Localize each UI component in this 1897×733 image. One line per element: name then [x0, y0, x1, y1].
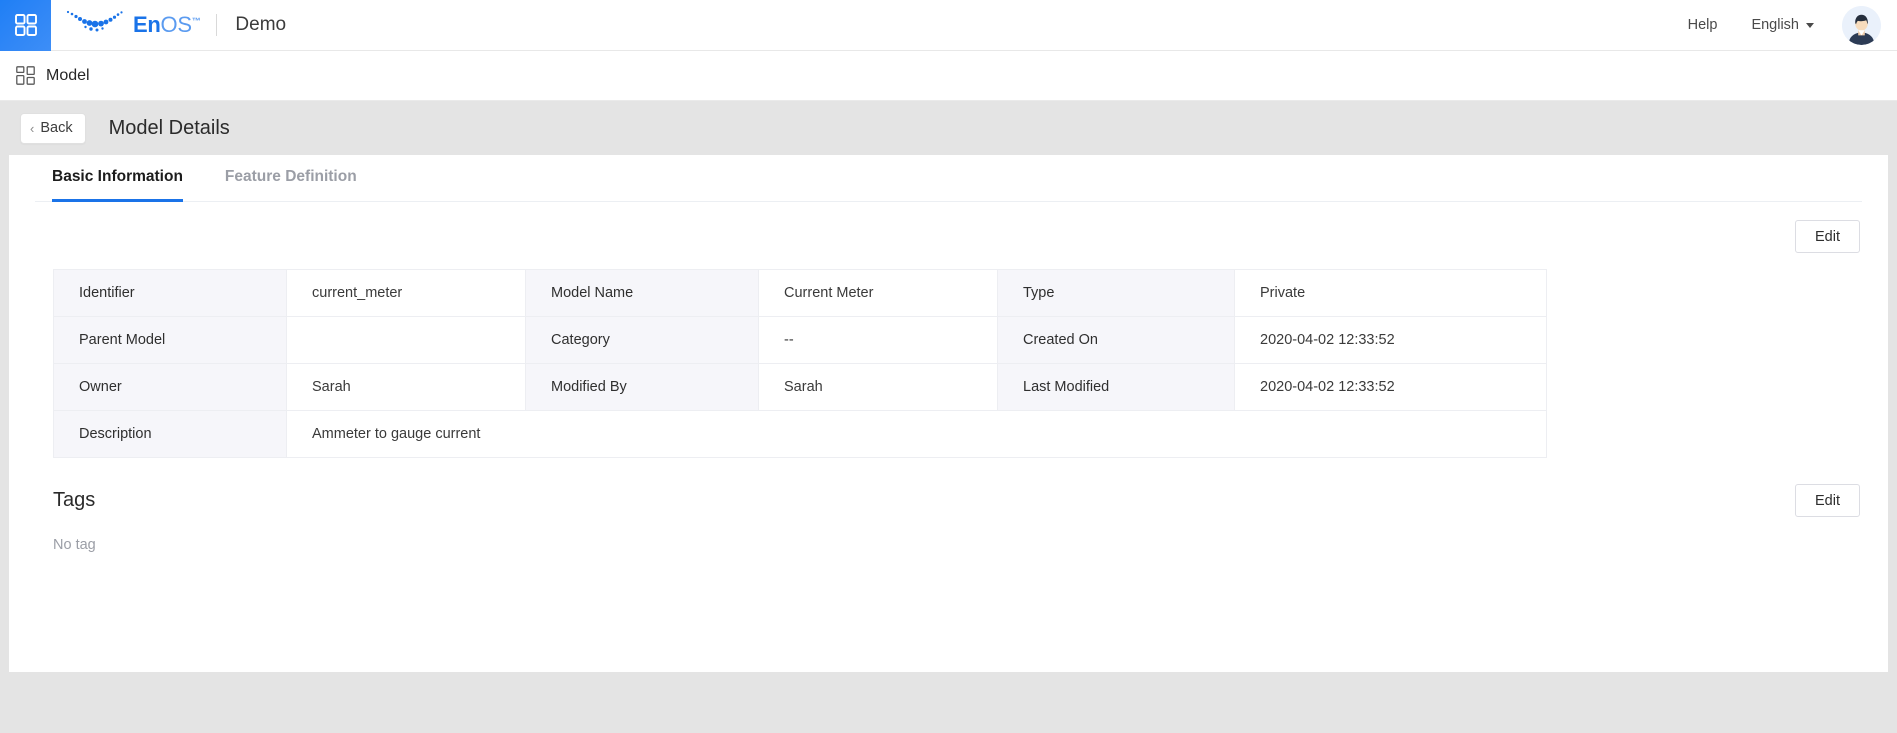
cell-value-parent-model — [286, 316, 526, 364]
chevron-left-icon: ‹ — [30, 120, 35, 136]
tab-bar: Basic Information Feature Definition — [35, 155, 1862, 202]
cell-label-parent-model: Parent Model — [53, 316, 287, 364]
avatar[interactable] — [1842, 5, 1881, 45]
cell-value-created-on: 2020-04-02 12:33:52 — [1234, 316, 1547, 364]
table-row: Identifier current_meter Model Name Curr… — [53, 269, 1547, 317]
language-label: English — [1751, 17, 1799, 33]
cell-value-modified-by: Sarah — [758, 363, 998, 411]
grid-apps-icon — [14, 14, 37, 36]
enos-dots-logo-icon — [65, 8, 129, 43]
model-details-table: Identifier current_meter Model Name Curr… — [53, 269, 1547, 458]
cell-value-type: Private — [1234, 269, 1547, 317]
cell-label-modified-by: Modified By — [525, 363, 759, 411]
top-header: En OS ™ Demo Help English — [0, 0, 1897, 51]
tags-empty-text: No tag — [53, 537, 96, 553]
chevron-down-icon — [1806, 22, 1814, 28]
tags-section-header: Tags Edit — [53, 484, 1860, 517]
cell-value-last-modified: 2020-04-02 12:33:52 — [1234, 363, 1547, 411]
cell-value-model-name: Current Meter — [758, 269, 998, 317]
cell-label-last-modified: Last Modified — [997, 363, 1235, 411]
table-row: Description Ammeter to gauge current — [53, 410, 1547, 458]
cell-label-model-name: Model Name — [525, 269, 759, 317]
cell-label-category: Category — [525, 316, 759, 364]
language-selector[interactable]: English — [1751, 17, 1814, 33]
tags-title: Tags — [53, 489, 96, 511]
table-row: Owner Sarah Modified By Sarah Last Modif… — [53, 363, 1547, 411]
page-container: ‹ Back Model Details Basic Information F… — [0, 101, 1897, 733]
brand-logo[interactable]: En OS ™ — [65, 8, 201, 43]
brand-os: OS — [160, 12, 192, 37]
help-link[interactable]: Help — [1688, 17, 1718, 33]
tab-feature-definition[interactable]: Feature Definition — [225, 155, 357, 201]
page-header: ‹ Back Model Details — [0, 101, 1888, 155]
brand-trademark: ™ — [191, 16, 201, 26]
brand-wordmark: En OS ™ — [133, 12, 201, 38]
back-button[interactable]: ‹ Back — [20, 112, 86, 144]
cell-value-owner: Sarah — [286, 363, 526, 411]
cell-label-type: Type — [997, 269, 1235, 317]
back-button-label: Back — [40, 120, 73, 136]
user-avatar-icon — [1842, 5, 1881, 45]
header-actions: Help English — [1688, 5, 1897, 45]
cell-label-description: Description — [53, 410, 287, 458]
cell-label-owner: Owner — [53, 363, 287, 411]
basic-info-toolbar: Edit — [35, 202, 1862, 253]
content-card: Basic Information Feature Definition Edi… — [9, 155, 1888, 672]
app-launcher-button[interactable] — [0, 0, 51, 51]
brand-en: En — [133, 12, 161, 37]
edit-basic-information-button[interactable]: Edit — [1795, 220, 1860, 253]
tab-basic-information-label: Basic Information — [52, 168, 183, 185]
header-divider — [216, 14, 218, 36]
page-title: Model Details — [108, 116, 230, 139]
cell-value-identifier: current_meter — [286, 269, 526, 317]
tab-feature-definition-label: Feature Definition — [224, 168, 357, 185]
tab-basic-information[interactable]: Basic Information — [52, 155, 183, 202]
table-row: Parent Model Category -- Created On 2020… — [53, 316, 1547, 364]
cell-label-identifier: Identifier — [53, 269, 287, 317]
cell-label-created-on: Created On — [997, 316, 1235, 364]
edit-tags-button[interactable]: Edit — [1795, 484, 1860, 517]
cell-value-category: -- — [758, 316, 998, 364]
tenant-name: Demo — [235, 14, 287, 35]
cell-value-description: Ammeter to gauge current — [286, 410, 1547, 458]
breadcrumb: Model — [0, 51, 1897, 101]
breadcrumb-item-model[interactable]: Model — [46, 67, 90, 85]
grid-module-icon — [16, 66, 35, 85]
